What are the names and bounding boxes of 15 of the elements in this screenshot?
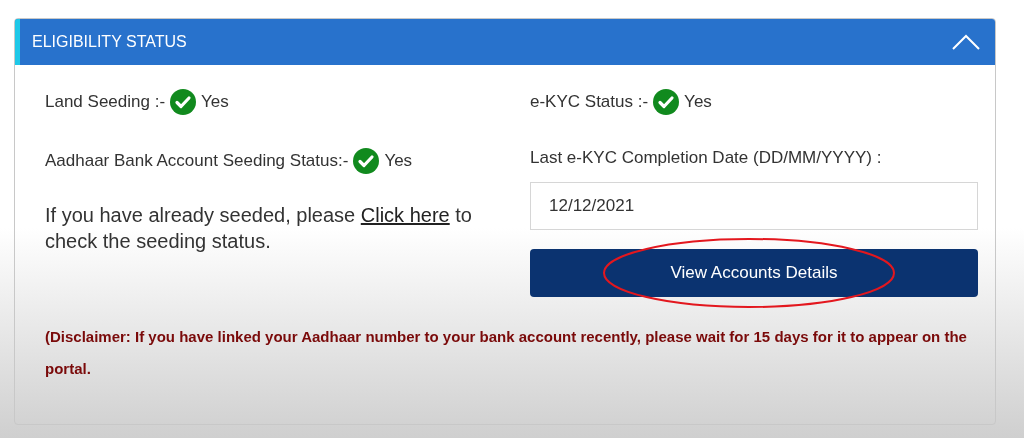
date-field[interactable]: 12/12/2021 (530, 182, 978, 230)
status-value: Yes (684, 92, 712, 112)
status-value: Yes (201, 92, 229, 112)
panel-header[interactable]: ELIGIBILITY STATUS (15, 19, 995, 65)
status-label: e-KYC Status :- (530, 92, 649, 112)
seeding-note: If you have already seeded, please Click here to check the seeding status. (45, 203, 473, 254)
status-value: Yes (384, 151, 413, 171)
status-label: Land Seeding :- (45, 92, 166, 112)
status-label: Aadhaar Bank Account Seeding Status:- (45, 151, 349, 171)
panel-title: ELIGIBILITY STATUS (32, 33, 187, 51)
chevron-icon[interactable] (951, 33, 981, 51)
view-accounts-button[interactable]: View Accounts Details (530, 249, 978, 297)
date-label: Last e-KYC Completion Date (DD/MM/YYYY) : (530, 148, 883, 168)
disclaimer-text: (Disclaimer: If you have linked your Aadhaar number to your bank account recently, please wait for 15 days for it to appear on the portal. (45, 327, 968, 379)
click-here-link[interactable]: Click here (360, 204, 450, 226)
